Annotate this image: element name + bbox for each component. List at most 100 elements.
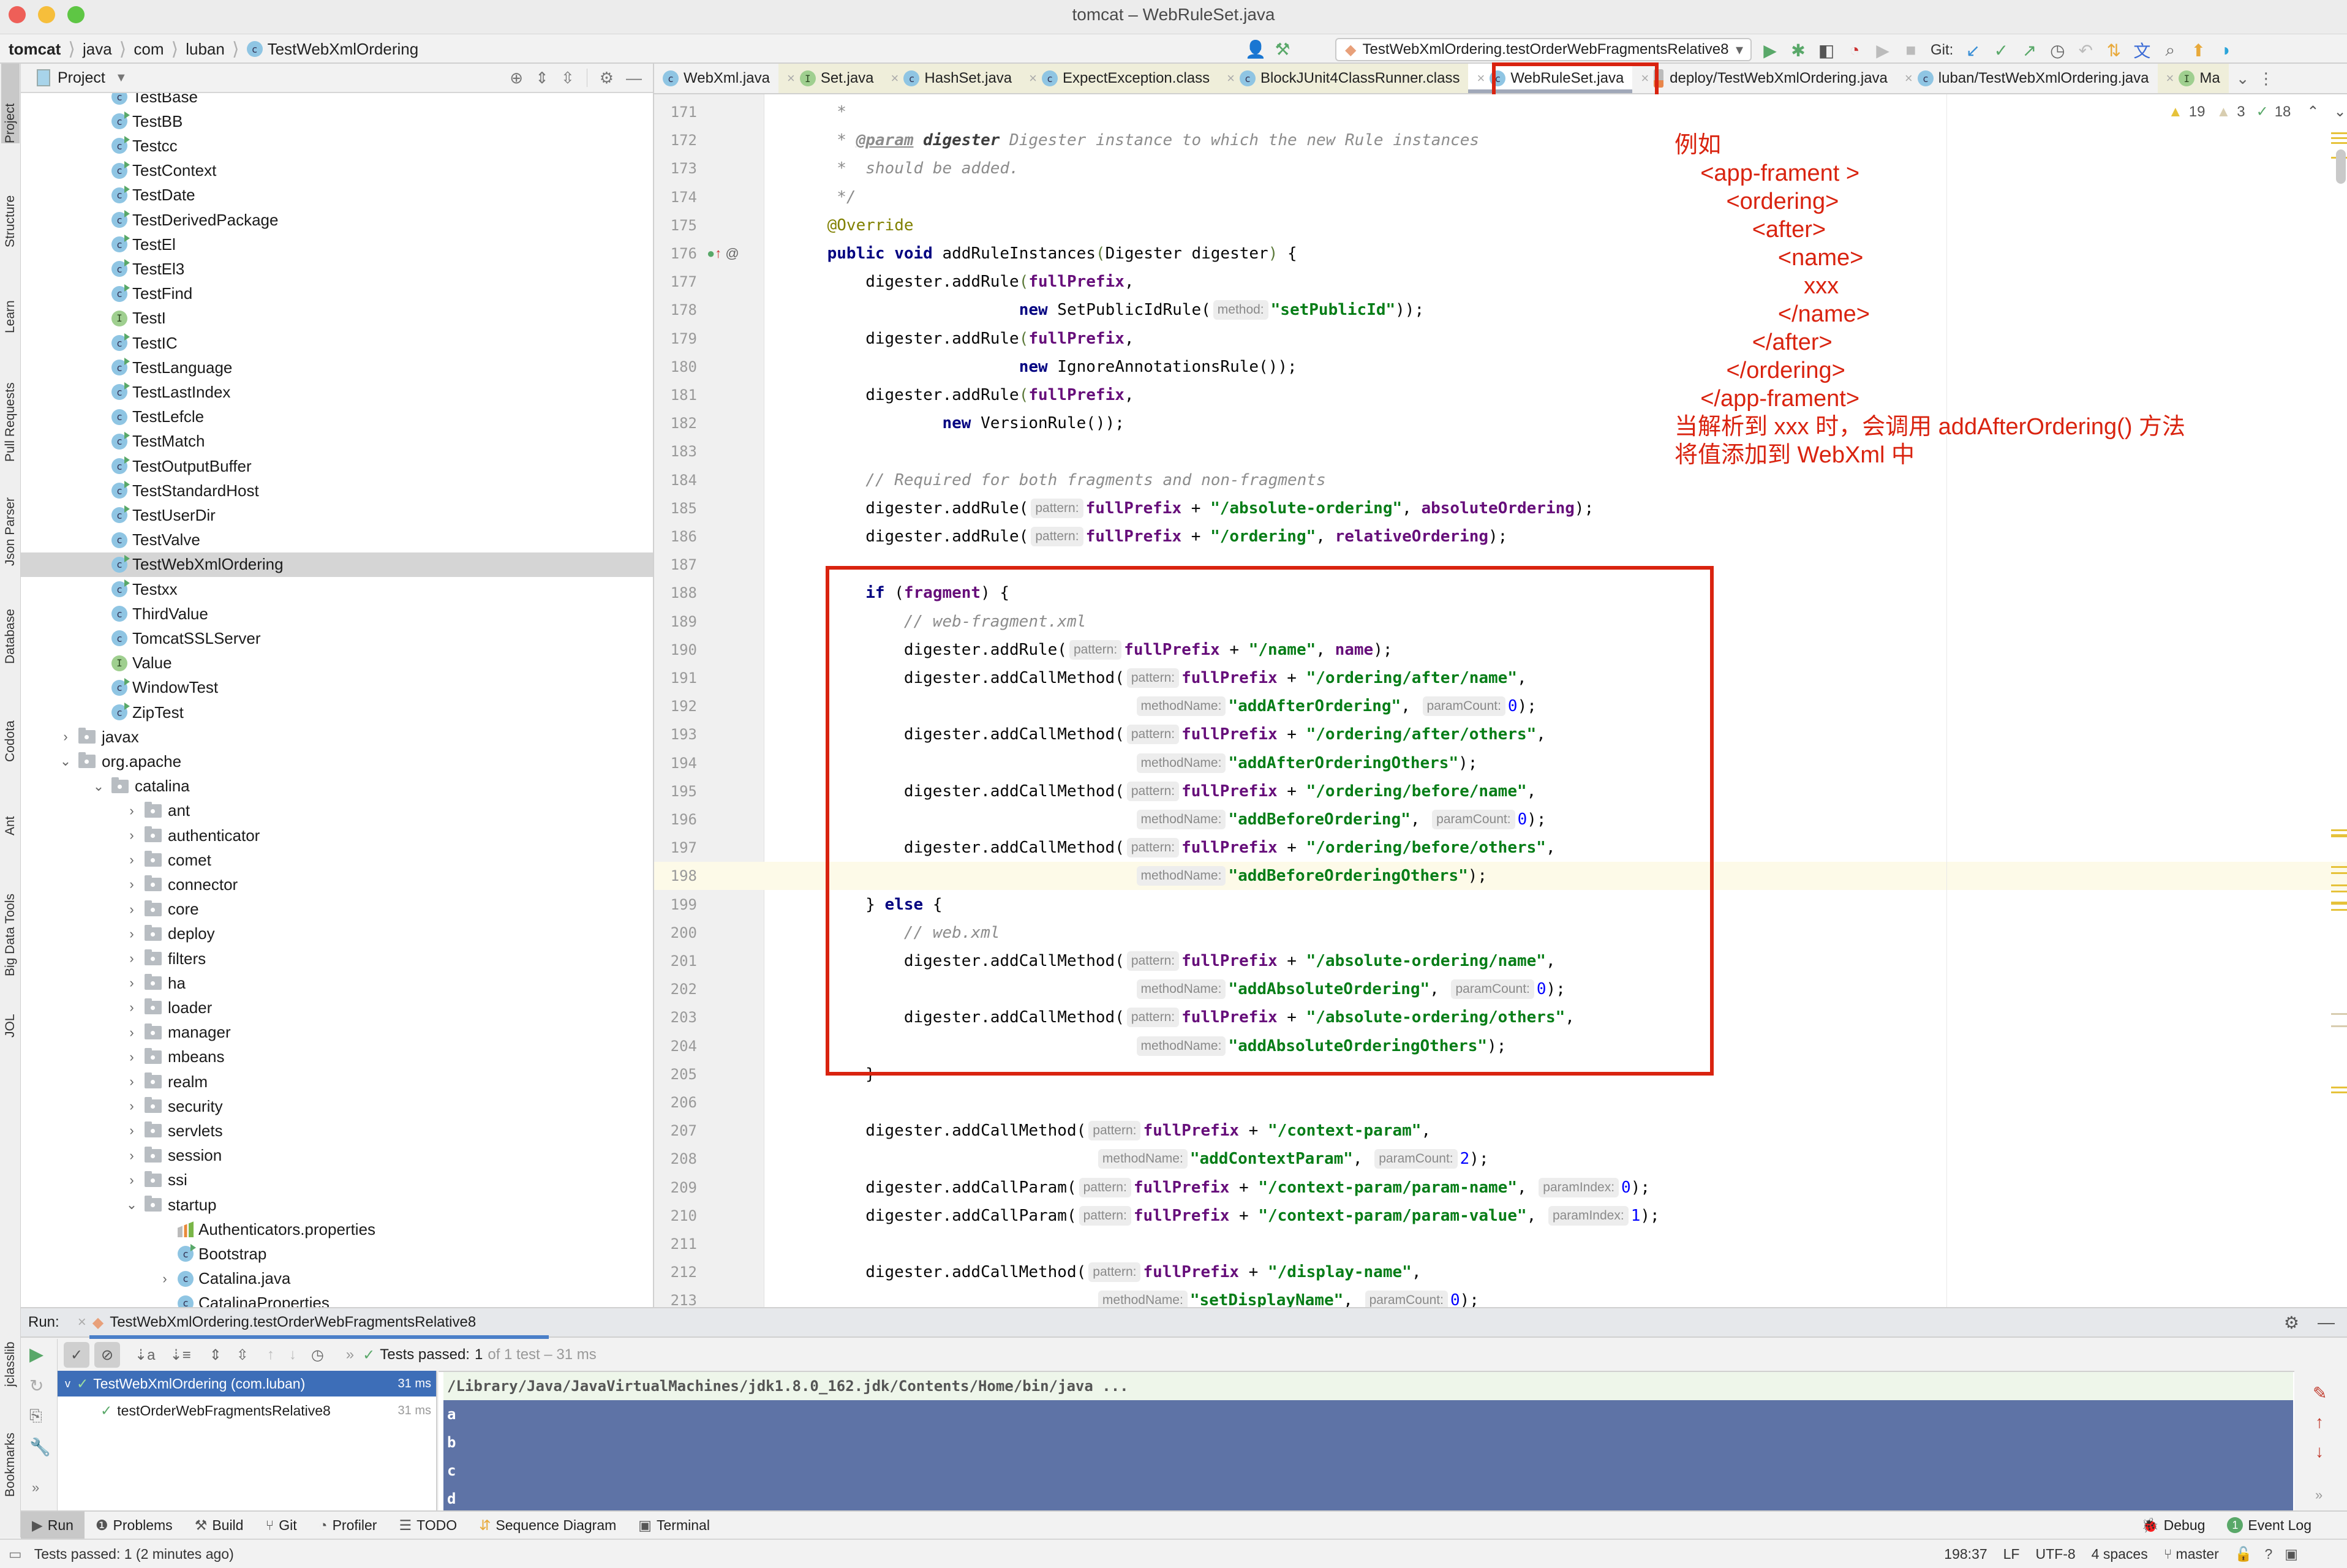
run-icon[interactable]: ▶ — [1758, 38, 1782, 62]
test-row[interactable]: ✓ testOrderWebFragmentsRelative8 31 ms — [58, 1398, 436, 1423]
editor-tab[interactable]: × I Ma — [2157, 64, 2229, 93]
tree-item[interactable]: c TestUserDir — [21, 503, 653, 527]
tool-tab-jclasslib[interactable]: jclasslib — [1, 1307, 20, 1387]
rerun-icon[interactable]: ▶ — [29, 1344, 43, 1365]
tree-item[interactable]: c ThirdValue — [21, 601, 653, 626]
chevron-right-icon[interactable]: › — [124, 975, 140, 991]
chevron-right-icon[interactable]: › — [124, 1172, 140, 1188]
plugin-icon[interactable]: ◗ — [2214, 38, 2239, 62]
previous-highlight-icon[interactable]: ⌃ — [2307, 103, 2319, 121]
tree-item[interactable]: c TestBB — [21, 109, 653, 134]
tree-item[interactable]: c TestEl3 — [21, 257, 653, 281]
git-update-icon[interactable]: ↙ — [1961, 38, 1985, 62]
tree-item[interactable]: c TestLanguage — [21, 355, 653, 380]
hide-icon[interactable]: — — [626, 69, 642, 88]
tree-item[interactable]: c Testcc — [21, 134, 653, 158]
bottom-tab-git[interactable]: ⑂ Git — [254, 1512, 307, 1539]
project-view-select[interactable]: Project — [58, 69, 105, 87]
chevron-right-icon[interactable]: › — [58, 729, 73, 745]
more-icon[interactable]: » — [2315, 1487, 2323, 1503]
tree-folder[interactable]: › ha — [21, 971, 653, 995]
tree-folder[interactable]: › ant — [21, 799, 653, 823]
chevron-down-icon[interactable]: ⌄ — [124, 1197, 140, 1213]
breadcrumb-item[interactable]: tomcat — [9, 34, 61, 64]
tool-tab-database[interactable]: Database — [1, 584, 20, 664]
show-passed-toggle[interactable]: ✓ — [64, 1342, 89, 1368]
tree-item[interactable]: c TestFind — [21, 282, 653, 306]
scroll-down-icon[interactable]: ↓ — [2315, 1442, 2324, 1461]
error-stripe[interactable] — [2327, 94, 2347, 1307]
tool-tab-bookmarks[interactable]: Bookmarks — [1, 1399, 20, 1497]
tree-folder[interactable]: › security — [21, 1094, 653, 1118]
history-icon[interactable]: ◷ — [2045, 38, 2070, 62]
close-tab-icon[interactable]: × — [1477, 70, 1485, 86]
tree-folder[interactable]: › loader — [21, 995, 653, 1020]
resume-icon[interactable]: ▶ — [1870, 38, 1895, 62]
file-encoding[interactable]: UTF-8 — [2035, 1546, 2075, 1562]
bottom-tab-build[interactable]: ⚒ Build — [184, 1512, 255, 1539]
user-icon[interactable]: 👤 — [1243, 37, 1268, 61]
tool-tab-project[interactable]: Project — [1, 64, 20, 143]
tree-item[interactable]: › c Catalina.java — [21, 1267, 653, 1291]
git-commit-icon[interactable]: ✓ — [1989, 38, 2013, 62]
collapse-all-icon[interactable]: ⇳ — [561, 69, 575, 88]
indent-setting[interactable]: 4 spaces — [2092, 1546, 2148, 1562]
build-hammer-icon[interactable]: ⚒ — [1270, 37, 1295, 61]
tree-folder[interactable]: › connector — [21, 872, 653, 897]
update-icon[interactable]: ⬆ — [2186, 38, 2210, 62]
show-ignored-toggle[interactable]: ⊘ — [94, 1342, 120, 1368]
vcs-icon[interactable]: ⇅ — [2101, 38, 2126, 62]
rerun-failed-icon[interactable]: ↻ — [29, 1376, 43, 1396]
tree-folder[interactable]: › javax — [21, 725, 653, 749]
chevron-right-icon[interactable]: › — [124, 1049, 140, 1065]
tree-item[interactable]: c Bootstrap — [21, 1242, 653, 1266]
expand-all-icon[interactable]: ⇕ — [535, 69, 549, 88]
bottom-tab-problems[interactable]: ❶ Problems — [85, 1512, 184, 1539]
tree-item[interactable]: c TestLefcle — [21, 405, 653, 429]
chevron-right-icon[interactable]: › — [124, 1025, 140, 1041]
profile-icon[interactable]: ◔ — [1842, 38, 1867, 62]
bottom-tab-terminal[interactable]: ▣ Terminal — [627, 1512, 721, 1539]
editor-tab[interactable]: c WebXml.java — [654, 64, 778, 93]
tree-folder[interactable]: › deploy — [21, 922, 653, 946]
tool-tab-ant[interactable]: Ant — [1, 780, 20, 835]
next-test-icon[interactable]: ↓ — [289, 1346, 296, 1363]
rollback-icon[interactable]: ↶ — [2073, 38, 2098, 62]
code-line[interactable]: methodName: "addContextParam", paramCount… — [764, 1145, 2347, 1173]
close-tab-icon[interactable]: × — [891, 70, 899, 86]
test-row[interactable]: v ✓ TestWebXmlOrdering (com.luban) 31 ms — [58, 1371, 436, 1396]
chevron-right-icon[interactable]: › — [124, 902, 140, 918]
code-line[interactable] — [764, 1088, 2347, 1117]
tree-item[interactable]: I Value — [21, 651, 653, 676]
editor-tab[interactable]: × c luban/TestWebXmlOrdering.java — [1896, 64, 2158, 93]
chevron-right-icon[interactable]: › — [124, 1148, 140, 1164]
chevron-right-icon[interactable]: › — [124, 951, 140, 967]
chevron-down-icon[interactable]: v — [65, 1378, 70, 1390]
tool-tab-big-data-tools[interactable]: Big Data Tools — [1, 854, 20, 976]
tree-item[interactable]: c WindowTest — [21, 676, 653, 700]
wrench-icon[interactable]: 🔧 — [29, 1437, 51, 1457]
tree-item[interactable]: c TestDerivedPackage — [21, 208, 653, 232]
chevron-right-icon[interactable]: › — [124, 1074, 140, 1090]
locate-icon[interactable]: ⊕ — [510, 69, 523, 88]
code-line[interactable]: digester.addCallMethod(pattern: fullPrefi… — [764, 1117, 2347, 1145]
chevron-right-icon[interactable]: › — [157, 1271, 173, 1287]
tab-overflow-icon[interactable]: ⌄ ⋮ — [2236, 69, 2274, 88]
code-line[interactable]: digester.addCallParam(pattern: fullPrefix… — [764, 1174, 2347, 1202]
scroll-up-icon[interactable]: ↑ — [2315, 1412, 2324, 1432]
tool-tab-json-parser[interactable]: Json Parser — [1, 486, 20, 566]
more-icon[interactable]: » — [346, 1346, 354, 1363]
tree-item[interactable]: c TestContext — [21, 159, 653, 183]
git-push-icon[interactable]: ↗ — [2017, 38, 2041, 62]
caret-position[interactable]: 198:37 — [1944, 1546, 1987, 1562]
tree-item[interactable]: c TestMatch — [21, 429, 653, 454]
bottom-tab-run[interactable]: ▶ Run — [21, 1512, 85, 1539]
editor-tab[interactable]: × c ExpectException.class — [1020, 64, 1219, 93]
chevron-right-icon[interactable]: › — [124, 827, 140, 843]
close-tab-icon[interactable]: × — [1227, 70, 1235, 86]
clear-console-icon[interactable]: ✎ — [2313, 1383, 2327, 1403]
tree-item[interactable]: c Testxx — [21, 577, 653, 601]
gear-icon[interactable]: ⚙ — [600, 69, 614, 88]
coverage-icon[interactable]: ◧ — [1814, 38, 1839, 62]
sort-alpha-icon[interactable]: ⇣a — [135, 1346, 155, 1364]
